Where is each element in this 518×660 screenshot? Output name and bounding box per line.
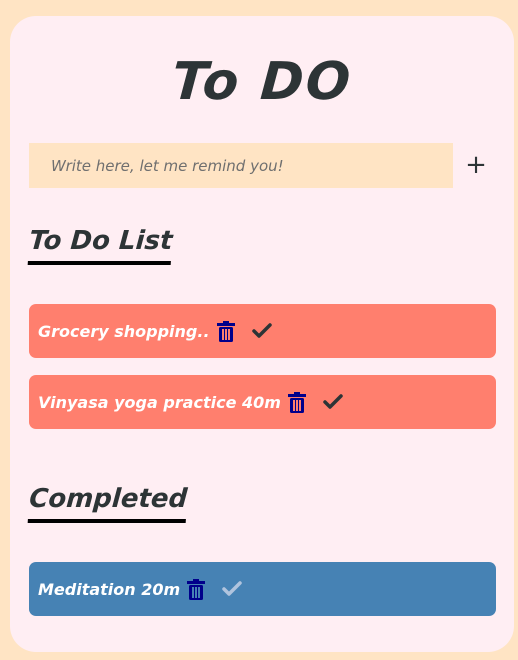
app-card: To DO + To Do List Grocery shopping.. xyxy=(10,16,514,652)
todo-item: Vinyasa yoga practice 40m xyxy=(29,375,496,429)
add-task-row: + xyxy=(29,143,499,188)
trash-icon[interactable] xyxy=(216,320,236,342)
check-icon[interactable] xyxy=(222,578,242,600)
check-icon[interactable] xyxy=(251,320,272,342)
completed-item: Meditation 20m xyxy=(29,562,496,616)
completed-list: Meditation 20m xyxy=(29,562,496,633)
check-icon[interactable] xyxy=(323,391,343,413)
trash-icon[interactable] xyxy=(287,391,307,413)
task-input[interactable] xyxy=(29,143,453,188)
app-title: To DO xyxy=(169,52,355,112)
completed-heading: Completed xyxy=(27,484,189,524)
todo-item: Grocery shopping.. xyxy=(29,304,496,358)
todo-list-heading: To Do List xyxy=(27,226,174,266)
add-button[interactable]: + xyxy=(457,143,495,188)
todo-list: Grocery shopping.. Vinyasa yoga practice… xyxy=(29,304,496,446)
todo-item-label: Vinyasa yoga practice 40m xyxy=(38,392,281,412)
trash-icon[interactable] xyxy=(186,578,206,600)
todo-item-label: Grocery shopping.. xyxy=(38,321,210,341)
completed-item-label: Meditation 20m xyxy=(38,579,181,599)
